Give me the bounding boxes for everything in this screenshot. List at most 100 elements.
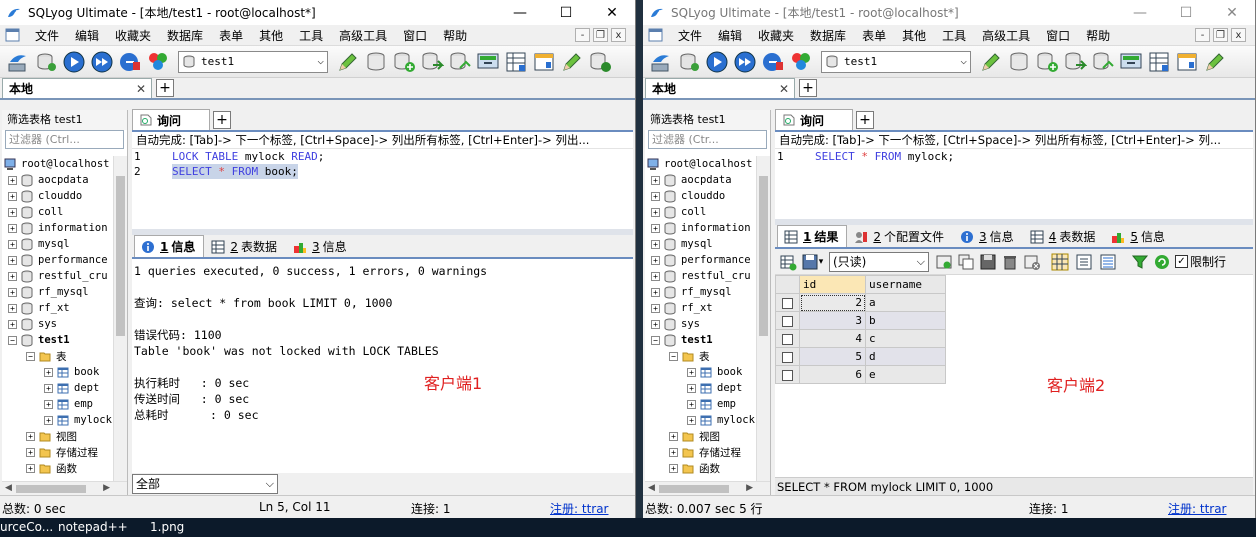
tree-item[interactable]: + clouddo xyxy=(2,188,113,204)
expand-icon[interactable]: + xyxy=(8,175,17,185)
tree-item[interactable]: + information xyxy=(645,220,756,236)
scrollbar-thumb[interactable] xyxy=(116,176,125,336)
menu-item-3[interactable]: 数据库 xyxy=(159,27,211,44)
tree-item[interactable]: + 函数 xyxy=(2,460,113,476)
menu-item-7[interactable]: 高级工具 xyxy=(331,27,395,44)
table-cell[interactable]: e xyxy=(865,365,946,384)
form-view-button[interactable] xyxy=(1073,251,1095,273)
menu-item-2[interactable]: 收藏夹 xyxy=(107,27,159,44)
close-button[interactable]: ✕ xyxy=(1209,0,1255,25)
sql-window-button[interactable] xyxy=(474,48,502,76)
expand-icon[interactable]: + xyxy=(651,207,660,217)
add-database-button[interactable] xyxy=(390,48,418,76)
column-header-id[interactable]: id xyxy=(799,275,866,294)
close-icon[interactable]: ✕ xyxy=(136,82,146,96)
collapse-icon[interactable]: − xyxy=(26,351,35,361)
sql-window-button[interactable] xyxy=(1117,48,1145,76)
connect-db-button[interactable] xyxy=(675,48,703,76)
close-icon[interactable]: ✕ xyxy=(779,82,789,96)
table-cell[interactable]: 3 xyxy=(799,311,866,330)
expand-icon[interactable]: + xyxy=(669,431,678,441)
database-button[interactable] xyxy=(1005,48,1033,76)
menu-item-6[interactable]: 工具 xyxy=(291,27,331,44)
expand-icon[interactable]: + xyxy=(651,271,660,281)
execute-all-button[interactable] xyxy=(88,48,116,76)
maximize-button[interactable]: ☐ xyxy=(543,0,589,25)
menu-item-9[interactable]: 帮助 xyxy=(1078,27,1118,44)
menu-item-1[interactable]: 编辑 xyxy=(710,27,750,44)
export-button[interactable] xyxy=(777,251,799,273)
menu-item-0[interactable]: 文件 xyxy=(27,27,67,44)
taskbar-item-sourceco[interactable]: urceCo... xyxy=(0,520,53,534)
result-tab-1[interactable]: 1 结果 xyxy=(777,225,848,247)
table-cell[interactable]: 6 xyxy=(799,365,866,384)
tree-item[interactable]: + emp xyxy=(645,396,756,412)
status-reg[interactable]: 注册: ttrar xyxy=(1168,500,1227,517)
taskbar-item-notepad[interactable]: notepad++ xyxy=(58,520,128,534)
edit-query-button[interactable] xyxy=(116,48,144,76)
result-tab-4[interactable]: 4 表数据 xyxy=(1023,225,1105,247)
scrollbar-thumb[interactable] xyxy=(16,485,86,493)
expand-icon[interactable]: + xyxy=(44,415,53,425)
tree-item[interactable]: root@localhost xyxy=(645,156,756,172)
copy-button[interactable]: ▾ xyxy=(799,251,825,273)
sql-editor[interactable]: 1 LOCK TABLE mylock READ; 2 SELECT * FROM b… xyxy=(132,149,633,229)
mdi-minimize-icon[interactable]: - xyxy=(1195,28,1210,42)
expand-icon[interactable]: + xyxy=(44,383,53,393)
tree-item[interactable]: + restful_cru xyxy=(645,268,756,284)
expand-icon[interactable]: + xyxy=(26,431,35,441)
collapse-icon[interactable]: − xyxy=(8,335,17,345)
result-tab-5[interactable]: 5 信息 xyxy=(1104,225,1174,247)
color-button[interactable] xyxy=(787,48,815,76)
connection-tab-local[interactable]: 本地 ✕ xyxy=(2,78,152,98)
tree-item[interactable]: − test1 xyxy=(2,332,113,348)
save-changes-button[interactable] xyxy=(977,251,999,273)
limit-rows-checkbox[interactable]: ✓ 限制行 xyxy=(1175,253,1226,270)
expand-icon[interactable]: + xyxy=(687,367,696,377)
expand-icon[interactable]: + xyxy=(44,367,53,377)
tree-item[interactable]: − test1 xyxy=(645,332,756,348)
status-reg[interactable]: 注册: ttrar xyxy=(550,500,609,517)
row-checkbox[interactable] xyxy=(775,365,800,384)
copy-database-button[interactable] xyxy=(418,48,446,76)
export-database-button[interactable] xyxy=(446,48,474,76)
tree-item[interactable]: + clouddo xyxy=(645,188,756,204)
tree-item[interactable]: + rf_xt xyxy=(2,300,113,316)
edit-button[interactable] xyxy=(977,48,1005,76)
mdi-minimize-icon[interactable]: - xyxy=(575,28,590,42)
expand-icon[interactable]: + xyxy=(651,255,660,265)
tree-item[interactable]: + coll xyxy=(2,204,113,220)
tree-vertical-scrollbar[interactable] xyxy=(113,156,127,481)
database-button[interactable] xyxy=(362,48,390,76)
expand-icon[interactable]: + xyxy=(651,191,660,201)
column-header-username[interactable]: username xyxy=(865,275,946,294)
tree-horizontal-scrollbar[interactable]: ◀ ▶ xyxy=(2,481,127,495)
table-cell[interactable]: c xyxy=(865,329,946,348)
collapse-icon[interactable]: − xyxy=(651,335,660,345)
tree-item[interactable]: + sys xyxy=(2,316,113,332)
tree-item[interactable]: root@localhost xyxy=(2,156,113,172)
edit-button[interactable] xyxy=(334,48,362,76)
tree-vertical-scrollbar[interactable] xyxy=(756,156,770,481)
expand-icon[interactable]: + xyxy=(669,463,678,473)
edit-query-button[interactable] xyxy=(759,48,787,76)
tree-item[interactable]: + 函数 xyxy=(645,460,756,476)
scroll-right-icon[interactable]: ▶ xyxy=(103,483,110,493)
select-all-cell[interactable] xyxy=(775,275,800,294)
table-filter-input[interactable]: 过滤器 (Ctr... xyxy=(648,130,767,149)
tree-item[interactable]: + rf_mysql xyxy=(645,284,756,300)
filter-button[interactable] xyxy=(1129,251,1151,273)
table-cell[interactable]: 5 xyxy=(799,347,866,366)
tree-item[interactable]: + rf_mysql xyxy=(2,284,113,300)
mdi-close-icon[interactable]: x xyxy=(611,28,626,42)
menu-item-0[interactable]: 文件 xyxy=(670,27,710,44)
table-cell[interactable]: 4 xyxy=(799,329,866,348)
menu-item-5[interactable]: 其他 xyxy=(251,27,291,44)
readonly-select[interactable]: (只读) ⌵ xyxy=(829,251,929,272)
message-filter-select[interactable]: 全部 ⌵ xyxy=(132,474,278,494)
expand-icon[interactable]: + xyxy=(687,383,696,393)
color-button[interactable] xyxy=(144,48,172,76)
tree-item[interactable]: + coll xyxy=(645,204,756,220)
expand-icon[interactable]: + xyxy=(26,447,35,457)
tree-item[interactable]: + book xyxy=(2,364,113,380)
